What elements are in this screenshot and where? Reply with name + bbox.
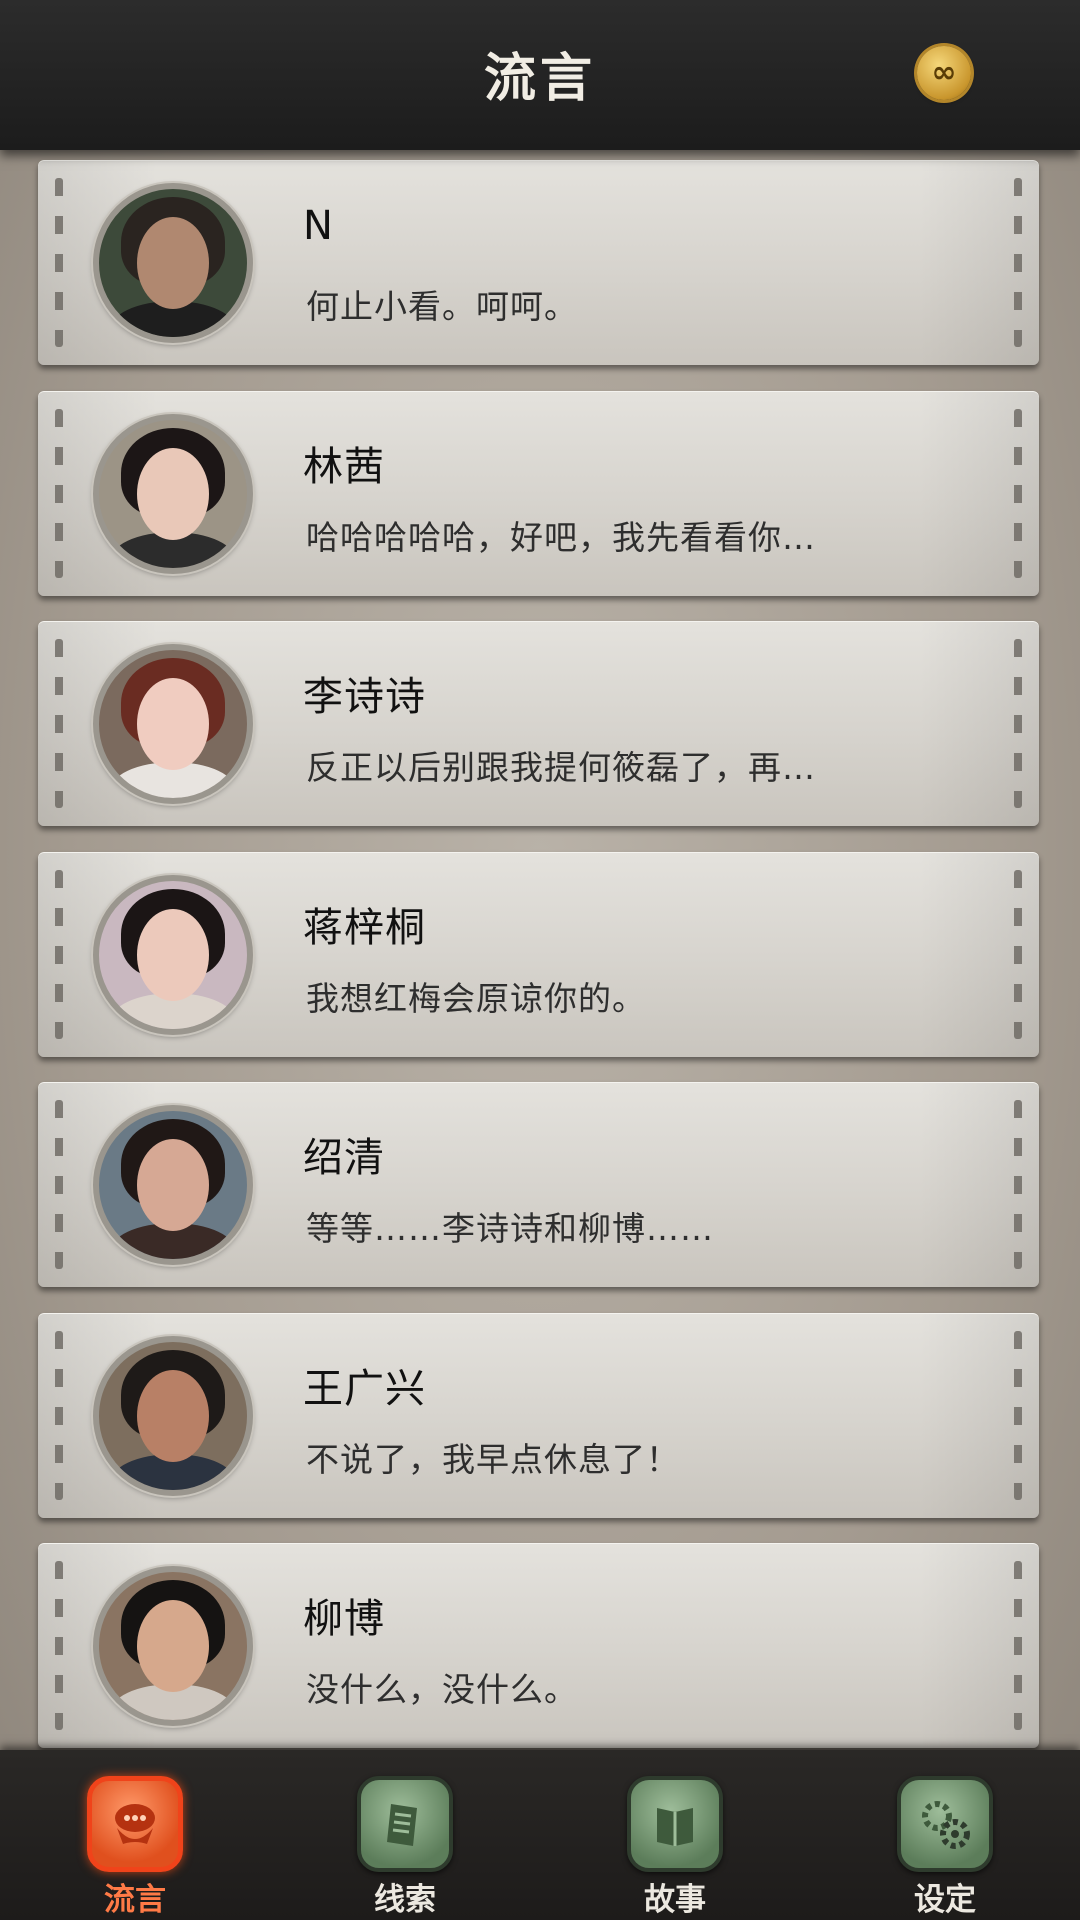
avatar xyxy=(93,183,253,343)
contact-name: N xyxy=(303,203,334,249)
last-message: 等等……李诗诗和柳博…… xyxy=(306,1209,714,1248)
avatar xyxy=(93,874,253,1035)
rumor-list-item[interactable]: 柳博 没什么，没什么。 xyxy=(38,1543,1039,1748)
stitch-decoration xyxy=(55,1100,63,1269)
contact-name: 王广兴 xyxy=(303,1365,426,1412)
rumor-list-item[interactable]: 李诗诗 反正以后别跟我提何筱磊了，再… xyxy=(38,621,1039,826)
rumor-list: N 何止小看。呵呵。 林茜 哈哈哈哈哈，好吧，我先看看你… 李诗诗 反正以后别跟… xyxy=(0,150,1080,1750)
avatar xyxy=(93,1335,253,1496)
avatar-face xyxy=(137,1369,209,1462)
stitch-decoration xyxy=(55,1330,63,1500)
rumor-list-item[interactable]: 绍清 等等……李诗诗和柳博…… xyxy=(38,1082,1039,1287)
tab-document[interactable]: 线索 xyxy=(330,1750,480,1920)
stitch-decoration xyxy=(55,869,63,1039)
stitch-decoration xyxy=(55,1561,63,1730)
last-message: 哈哈哈哈哈，好吧，我先看看你… xyxy=(306,517,816,557)
last-message: 何止小看。呵呵。 xyxy=(306,287,578,326)
tab-gears[interactable]: 设定 xyxy=(870,1750,1020,1920)
stitch-decoration xyxy=(55,178,63,347)
tab-label: 线索 xyxy=(374,1882,436,1918)
avatar xyxy=(93,1566,253,1726)
stitch-decoration xyxy=(55,639,63,808)
stitch-decoration xyxy=(55,408,63,578)
top-bar: 流言 ∞ xyxy=(0,0,1080,150)
contact-name: 绍清 xyxy=(303,1135,385,1181)
rumor-list-item[interactable]: N 何止小看。呵呵。 xyxy=(38,160,1039,365)
last-message: 没什么，没什么。 xyxy=(306,1670,578,1709)
stitch-decoration xyxy=(1014,178,1022,347)
avatar-face xyxy=(137,1600,209,1692)
contact-name: 蒋梓桐 xyxy=(303,904,426,951)
tab-label: 故事 xyxy=(644,1882,706,1918)
avatar-face xyxy=(137,217,209,309)
rumor-list-item[interactable]: 林茜 哈哈哈哈哈，好吧，我先看看你… xyxy=(38,390,1039,596)
rumor-list-item[interactable]: 蒋梓桐 我想红梅会原谅你的。 xyxy=(38,851,1039,1057)
infinity-coin-icon[interactable]: ∞ xyxy=(917,46,971,100)
stitch-decoration xyxy=(1014,408,1022,578)
avatar-face xyxy=(137,908,209,1001)
avatar xyxy=(93,1105,253,1265)
tab-chat-bubble[interactable]: 流言 xyxy=(60,1750,210,1920)
avatar-face xyxy=(137,678,209,770)
avatar-face xyxy=(137,447,209,540)
contact-name: 柳博 xyxy=(303,1596,385,1642)
stitch-decoration xyxy=(1014,1100,1022,1269)
gears-icon xyxy=(897,1776,993,1872)
stitch-decoration xyxy=(1014,1561,1022,1730)
rumor-list-item[interactable]: 王广兴 不说了，我早点休息了！ xyxy=(38,1312,1039,1518)
document-icon xyxy=(357,1776,453,1872)
chat-bubble-icon xyxy=(87,1776,183,1872)
avatar xyxy=(93,644,253,804)
tab-label: 流言 xyxy=(104,1882,166,1918)
tab-book[interactable]: 故事 xyxy=(600,1750,750,1920)
stitch-decoration xyxy=(1014,1330,1022,1500)
avatar xyxy=(93,413,253,574)
last-message: 不说了，我早点休息了！ xyxy=(306,1439,680,1479)
contact-name: 李诗诗 xyxy=(303,674,426,720)
stitch-decoration xyxy=(1014,869,1022,1039)
tab-label: 设定 xyxy=(914,1882,976,1918)
last-message: 反正以后别跟我提何筱磊了，再… xyxy=(306,748,816,787)
contact-name: 林茜 xyxy=(303,443,385,490)
stitch-decoration xyxy=(1014,639,1022,808)
avatar-face xyxy=(137,1139,209,1231)
bottom-tab-bar: 流言 线索 故事 设定 xyxy=(0,1750,1080,1920)
book-icon xyxy=(627,1776,723,1872)
last-message: 我想红梅会原谅你的。 xyxy=(306,978,646,1018)
